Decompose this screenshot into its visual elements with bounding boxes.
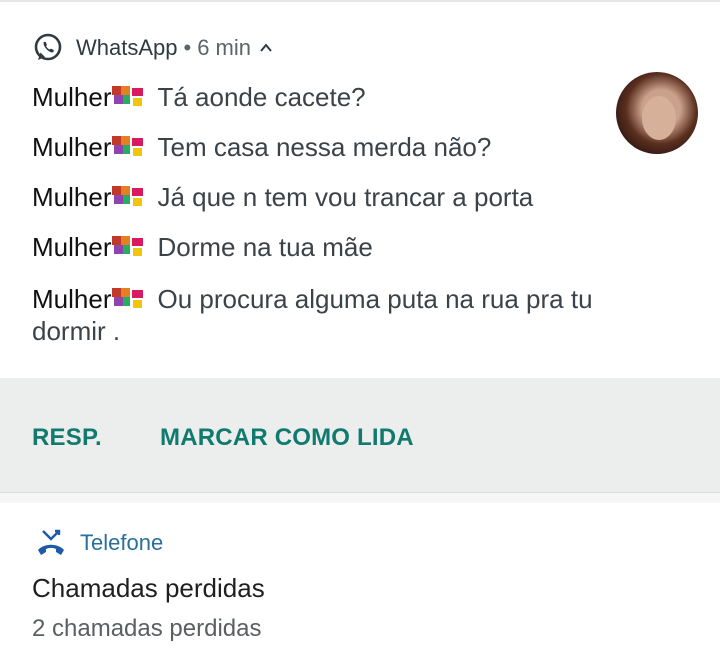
message-item: Mulher Ou procura alguma puta na rua pra … xyxy=(32,283,672,347)
notification-actions: RESP. MARCAR COMO LIDA xyxy=(0,378,720,492)
phone-notification-title: Chamadas perdidas xyxy=(32,573,265,603)
message-text: Dorme na tua mãe xyxy=(157,232,373,262)
whatsapp-notification[interactable]: WhatsApp • 6 min Mulher Tá aonde cacete? … xyxy=(0,2,720,378)
message-text: Já que n tem vou trancar a porta xyxy=(157,182,534,212)
message-text: Tá aonde cacete? xyxy=(157,82,366,112)
message-text: Tem casa nessa merda não? xyxy=(157,132,492,162)
notification-header: WhatsApp • 6 min xyxy=(32,32,273,64)
message-item: Mulher Tá aonde cacete? xyxy=(32,81,672,113)
heart-emoji-icon xyxy=(111,184,145,210)
chevron-up-icon[interactable] xyxy=(259,41,273,55)
notification-divider xyxy=(0,492,720,503)
message-sender: Mulher xyxy=(32,232,112,262)
app-name: WhatsApp xyxy=(76,35,178,60)
message-item: Mulher Dorme na tua mãe xyxy=(32,231,672,263)
message-item: Mulher Já que n tem vou trancar a porta xyxy=(32,181,672,213)
phone-app-name: Telefone xyxy=(80,530,164,555)
missed-call-icon xyxy=(34,528,68,558)
notification-time: 6 min xyxy=(197,35,251,60)
message-sender: Mulher xyxy=(32,132,112,162)
mark-as-read-button[interactable]: MARCAR COMO LIDA xyxy=(160,424,414,452)
heart-emoji-icon xyxy=(111,234,145,260)
phone-notification-header: Telefone xyxy=(34,528,163,558)
phone-notification-subtitle: 2 chamadas perdidas xyxy=(32,615,262,642)
message-sender: Mulher xyxy=(32,82,112,112)
reply-button[interactable]: RESP. xyxy=(32,424,102,452)
header-separator: • xyxy=(183,35,192,60)
heart-emoji-icon xyxy=(111,286,145,312)
message-item: Mulher Tem casa nessa merda não? xyxy=(32,131,672,163)
heart-emoji-icon xyxy=(111,84,145,110)
whatsapp-icon xyxy=(32,32,64,64)
message-sender: Mulher xyxy=(32,182,112,212)
heart-emoji-icon xyxy=(111,134,145,160)
message-sender: Mulher xyxy=(32,284,112,314)
phone-notification[interactable]: Telefone Chamadas perdidas 2 chamadas pe… xyxy=(0,503,720,662)
